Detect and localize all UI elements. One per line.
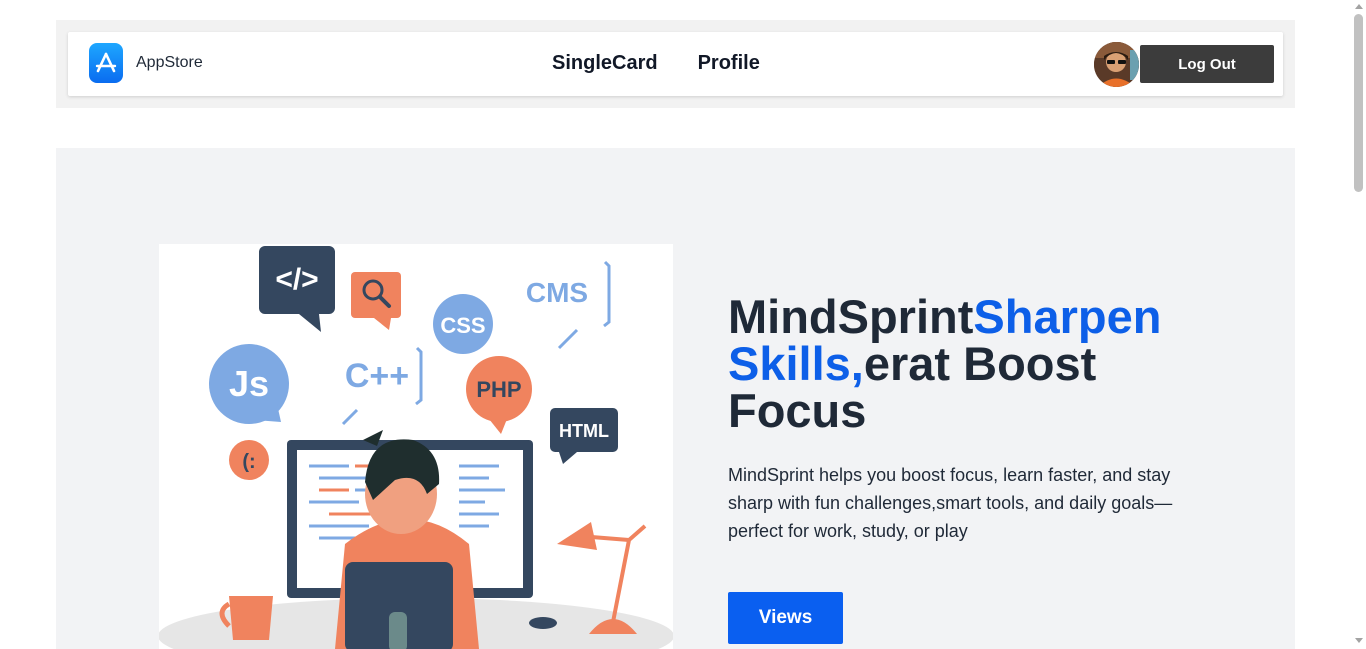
badge-php: PHP bbox=[476, 377, 521, 402]
badge-cpp: C++ bbox=[345, 357, 409, 395]
hero-title: MindSprintSharpen Skills,erat Boost Focu… bbox=[728, 293, 1198, 434]
views-button[interactable]: Views bbox=[728, 592, 843, 644]
brand-name: AppStore bbox=[136, 54, 203, 71]
nav-link-profile[interactable]: Profile bbox=[698, 52, 760, 75]
navbar: AppStore SingleCard Profile Log Out bbox=[68, 32, 1283, 96]
badge-code: </> bbox=[275, 263, 318, 296]
header: AppStore SingleCard Profile Log Out bbox=[56, 20, 1295, 108]
hero-description: MindSprint helps you boost focus, learn … bbox=[728, 465, 1173, 541]
hero-title-part1: MindSprint bbox=[728, 290, 974, 343]
hero-text: MindSprintSharpen Skills,erat Boost Focu… bbox=[728, 293, 1198, 644]
scroll-thumb[interactable] bbox=[1354, 14, 1363, 192]
badge-css: CSS bbox=[440, 313, 485, 338]
scroll-up-arrow-icon[interactable] bbox=[1355, 4, 1363, 9]
badge-cms: CMS bbox=[526, 277, 588, 308]
scroll-down-arrow-icon[interactable] bbox=[1355, 638, 1363, 643]
brand-link[interactable]: AppStore bbox=[89, 43, 203, 83]
page: AppStore SingleCard Profile Log Out </> … bbox=[0, 0, 1366, 649]
hero-illustration: </> CSS CMS Js C++ PHP HTML (: bbox=[159, 244, 673, 649]
scrollbar[interactable] bbox=[1351, 0, 1366, 649]
badge-html: HTML bbox=[559, 421, 609, 441]
nav-link-singlecard[interactable]: SingleCard bbox=[552, 52, 658, 75]
nav-links: SingleCard Profile bbox=[552, 52, 760, 75]
app-store-icon bbox=[89, 43, 123, 83]
hero-section: </> CSS CMS Js C++ PHP HTML (: MindSprin… bbox=[56, 148, 1295, 649]
avatar[interactable] bbox=[1094, 42, 1139, 87]
badge-smile: (: bbox=[242, 451, 255, 473]
logout-button[interactable]: Log Out bbox=[1140, 45, 1274, 83]
badge-js: Js bbox=[229, 363, 269, 404]
